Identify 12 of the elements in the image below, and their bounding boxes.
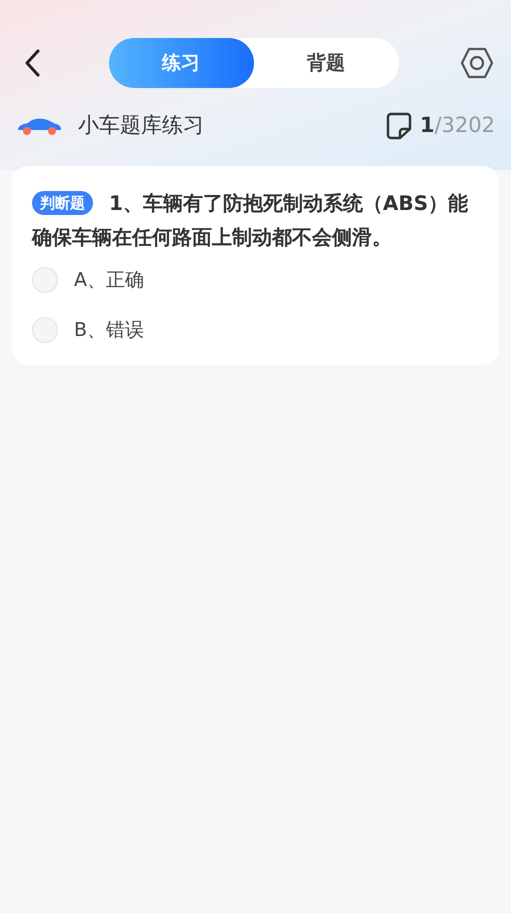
note-icon	[386, 112, 412, 140]
settings-icon	[460, 47, 494, 79]
answer-option[interactable]: B、错误	[32, 316, 479, 344]
bank-title: 小车题库练习	[78, 112, 204, 139]
mode-tab[interactable]: 背题	[254, 38, 398, 88]
car-icon	[16, 116, 62, 136]
question-type-tag: 判断题	[32, 190, 93, 214]
answer-option[interactable]: A、正确	[32, 266, 479, 294]
progress-counter: 1/3202	[420, 112, 495, 139]
question-text: 判断题 1、车辆有了防抱死制动系统（ABS）能确保车辆在任何路面上制动都不会侧滑。	[32, 190, 470, 250]
back-icon	[23, 48, 41, 78]
settings-button[interactable]	[459, 45, 495, 81]
